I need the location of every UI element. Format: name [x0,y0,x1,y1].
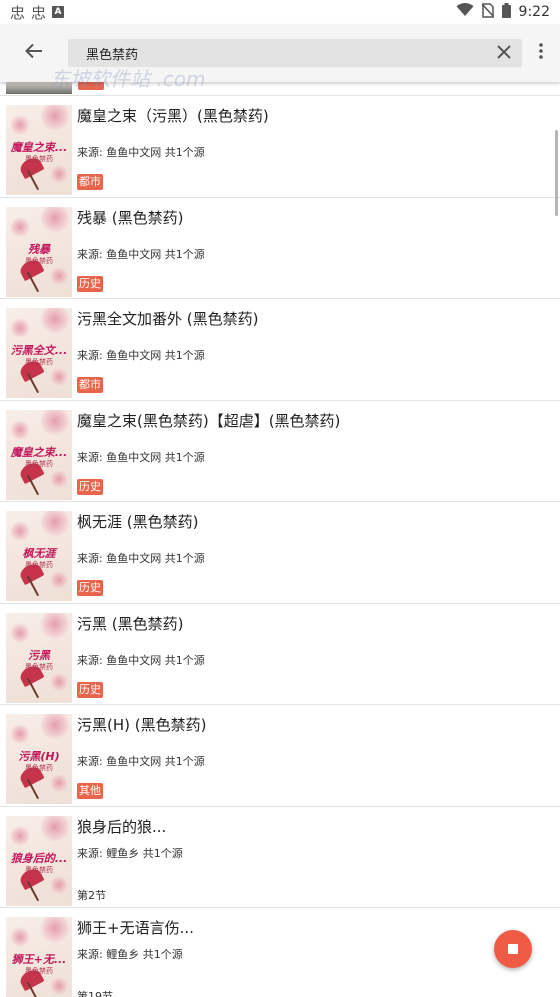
list-item[interactable]: 残暴 黑色禁药 残暴 (黑色禁药) 来源: 鱼鱼中文网 共1个源 历史 [0,197,560,299]
cover-subtitle: 黑色禁药 [25,967,53,975]
book-cover: 狼身后的... 黑色禁药 [6,815,72,906]
notification-glyph-2: 忠 [31,3,47,22]
book-title: 残暴 (黑色禁药) [77,208,184,227]
list-item[interactable]: 污黑 黑色禁药 污黑 (黑色禁药) 来源: 鱼鱼中文网 共1个源 历史 [0,603,560,705]
list-item[interactable]: 魔皇之束... 黑色禁药 魔皇之束（污黑）(黑色禁药) 来源: 鱼鱼中文网 共1… [0,96,560,198]
search-results-list: 魔皇之束... 黑色禁药 魔皇之束（污黑）(黑色禁药) 来源: 鱼鱼中文网 共1… [0,82,560,997]
more-options-button[interactable] [522,24,560,82]
clear-icon [497,44,511,63]
latest-chapter: 第19节 [77,990,113,997]
cover-title: 污黑(H) [18,750,60,763]
book-source: 来源: 鲤鱼乡 共1个源 [77,846,183,860]
cover-title: 污黑 [28,648,50,662]
cover-title: 狮王+无... [11,953,67,966]
book-source: 来源: 鱼鱼中文网 共1个源 [77,349,205,362]
status-bar: 忠 忠 A 9:22 [0,0,560,24]
book-title: 枫无涯 (黑色禁药) [77,513,199,531]
list-item[interactable]: 污黑(H) 黑色禁药 污黑(H) (黑色禁药) 来源: 鱼鱼中文网 共1个源 其… [0,705,560,807]
category-tag: 历史 [77,580,103,596]
cover-subtitle: 黑色禁药 [25,459,53,468]
cover-subtitle: 黑色禁药 [25,561,53,569]
book-source: 来源: 鱼鱼中文网 共1个源 [77,653,205,667]
book-title: 污黑全文加番外 (黑色禁药) [77,310,259,328]
book-cover: 污黑(H) 黑色禁药 [6,714,72,804]
list-item[interactable]: 魔皇之束... 黑色禁药 魔皇之束(黑色禁药)【超虐】(黑色禁药) 来源: 鱼鱼… [0,400,560,502]
cover-title: 魔皇之束... [10,445,68,459]
cover-subtitle: 黑色禁药 [25,155,53,163]
cover-subtitle: 黑色禁药 [25,358,53,366]
book-cover: 枫无涯 黑色禁药 [6,511,72,601]
book-cover-partial [6,82,72,94]
list-item[interactable]: 狼身后的... 黑色禁药 狼身后的狼... 来源: 鲤鱼乡 共1个源 第2节 [0,806,560,908]
stop-search-button[interactable] [494,930,532,968]
search-box [68,39,522,67]
no-sim-icon [480,2,495,22]
book-source: 来源: 鱼鱼中文网 共1个源 [77,146,205,159]
list-item[interactable]: 污黑全文... 黑色禁药 污黑全文加番外 (黑色禁药) 来源: 鱼鱼中文网 共1… [0,299,560,401]
book-title: 魔皇之束（污黑）(黑色禁药) [77,107,269,125]
book-title: 狮王+无语言伤... [77,919,194,937]
cover-title: 残暴 [28,242,50,256]
cover-subtitle: 黑色禁药 [25,865,53,874]
cover-title: 枫无涯 [22,547,56,560]
category-tag: 都市 [77,174,103,190]
book-title: 狼身后的狼... [77,817,167,836]
list-item[interactable]: 狮王+无... 黑色禁药 狮王+无语言伤... 来源: 鲤鱼乡 共1个源 第19… [0,908,560,997]
book-cover: 狮王+无... 黑色禁药 [6,917,72,997]
more-vert-icon [539,43,543,63]
category-tag: 其他 [77,783,103,799]
latest-chapter: 第2节 [77,888,106,902]
wifi-icon [456,3,474,21]
cover-subtitle: 黑色禁药 [25,256,53,265]
list-scrollbar[interactable] [555,130,558,216]
category-tag: 历史 [77,478,103,495]
book-cover: 魔皇之束... 黑色禁药 [6,105,72,195]
category-tag: 历史 [77,275,103,292]
book-cover: 残暴 黑色禁药 [6,206,72,297]
book-title: 污黑(H) (黑色禁药) [77,716,207,734]
stop-icon [508,944,518,954]
cover-subtitle: 黑色禁药 [25,764,53,772]
cover-title: 狼身后的... [10,851,68,865]
cover-title: 污黑全文... [10,344,68,357]
search-input[interactable] [86,45,466,61]
back-button[interactable] [0,24,68,82]
book-source: 来源: 鲤鱼乡 共1个源 [77,948,183,961]
category-tag: 历史 [77,681,103,698]
book-cover: 魔皇之束... 黑色禁药 [6,409,72,500]
book-source: 来源: 鱼鱼中文网 共1个源 [77,247,205,261]
clear-button[interactable] [494,43,514,63]
tag-badge-partial [78,82,104,90]
a-badge-icon: A [52,6,65,18]
book-cover: 污黑 黑色禁药 [6,612,72,703]
book-source: 来源: 鱼鱼中文网 共1个源 [77,755,205,768]
back-arrow-icon [25,43,43,63]
clock-time: 9:22 [518,4,550,20]
book-title: 污黑 (黑色禁药) [77,614,184,633]
book-source: 来源: 鱼鱼中文网 共1个源 [77,552,205,565]
cover-title: 魔皇之束... [10,141,68,154]
list-item[interactable]: 枫无涯 黑色禁药 枫无涯 (黑色禁药) 来源: 鱼鱼中文网 共1个源 历史 [0,502,560,604]
battery-icon [501,2,511,22]
search-toolbar [0,24,560,82]
cover-subtitle: 黑色禁药 [25,662,53,671]
list-item-partial[interactable] [0,82,560,96]
category-tag: 都市 [77,377,103,393]
book-cover: 污黑全文... 黑色禁药 [6,308,72,398]
book-title: 魔皇之束(黑色禁药)【超虐】(黑色禁药) [77,411,341,430]
book-source: 来源: 鱼鱼中文网 共1个源 [77,450,205,464]
notification-glyph-1: 忠 [10,3,26,22]
